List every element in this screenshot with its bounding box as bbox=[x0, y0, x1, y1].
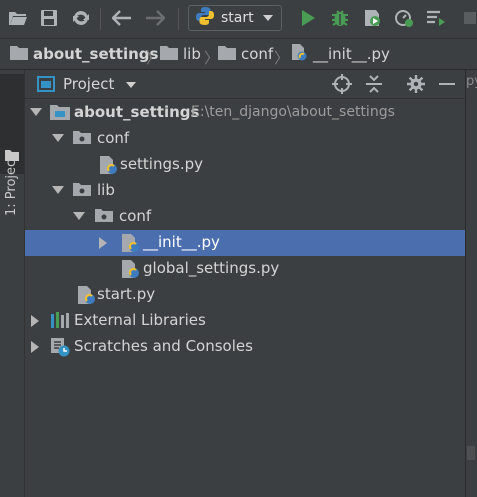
tree-row-lib-conf[interactable]: conf bbox=[25, 204, 465, 230]
folder-icon bbox=[10, 45, 28, 64]
tree-row-start-py[interactable]: start.py bbox=[25, 282, 465, 308]
back-arrow-icon[interactable] bbox=[110, 6, 134, 30]
chevron-down-icon bbox=[263, 15, 273, 21]
breadcrumb-separator: 〉 bbox=[146, 49, 162, 67]
breadcrumb-item-conf[interactable]: conf bbox=[218, 44, 273, 64]
breadcrumb-separator: 〉 bbox=[204, 49, 220, 67]
tree-row-lib[interactable]: lib bbox=[25, 178, 465, 204]
project-panel-header: Project bbox=[25, 70, 465, 99]
chevron-right-icon[interactable] bbox=[31, 315, 39, 327]
run-config-label: start bbox=[221, 10, 254, 26]
python-file-icon bbox=[120, 233, 140, 253]
project-path: E:\ten_django\about_settings bbox=[191, 104, 395, 120]
coverage-icon[interactable] bbox=[360, 6, 384, 30]
folder-icon bbox=[160, 45, 178, 64]
chevron-down-icon[interactable] bbox=[52, 134, 64, 142]
project-tool-tab[interactable]: 1: Project bbox=[0, 74, 24, 216]
tree-row-scratches[interactable]: Scratches and Consoles bbox=[25, 334, 465, 360]
run-configuration-select[interactable]: start bbox=[188, 5, 282, 31]
chevron-down-icon[interactable] bbox=[126, 82, 136, 88]
breadcrumb-item-lib[interactable]: lib bbox=[160, 44, 201, 64]
tree-row-global-settings-py[interactable]: global_settings.py bbox=[25, 256, 465, 282]
main-toolbar: start bbox=[0, 0, 477, 39]
python-icon bbox=[195, 6, 215, 30]
breadcrumb-item-about-settings[interactable]: about_settings bbox=[10, 44, 158, 64]
stop-icon[interactable] bbox=[458, 6, 477, 30]
save-icon[interactable] bbox=[37, 6, 61, 30]
tree-label: conf bbox=[119, 207, 152, 225]
breadcrumb: about_settings 〉 lib 〉 conf 〉 __init__.p… bbox=[0, 39, 477, 70]
open-folder-icon[interactable] bbox=[6, 6, 30, 30]
breadcrumb-item-init[interactable]: __init__.py bbox=[290, 44, 390, 64]
editor-tab-fragment: py bbox=[466, 74, 477, 89]
tree-row-settings-py[interactable]: settings.py bbox=[25, 152, 465, 178]
tree-row-init-py[interactable]: __init__.py bbox=[25, 230, 465, 256]
tree-label: conf bbox=[97, 129, 130, 147]
project-view-icon bbox=[37, 76, 55, 96]
chevron-down-icon[interactable] bbox=[30, 108, 42, 116]
tree-label: start.py bbox=[97, 285, 156, 303]
minimize-icon[interactable] bbox=[437, 74, 457, 94]
scratches-icon bbox=[50, 337, 70, 357]
package-folder-icon bbox=[73, 129, 93, 149]
library-icon bbox=[50, 311, 70, 331]
scrollbar-thumb[interactable] bbox=[467, 446, 475, 460]
tree-label: __init__.py bbox=[143, 233, 220, 251]
chevron-down-icon[interactable] bbox=[52, 186, 64, 194]
tree-label: settings.py bbox=[120, 155, 203, 173]
chevron-right-icon[interactable] bbox=[99, 237, 107, 249]
python-file-icon bbox=[98, 155, 118, 175]
tree-row-about-settings[interactable]: about_settings E:\ten_django\about_setti… bbox=[25, 100, 465, 126]
tree-label: lib bbox=[97, 181, 115, 199]
tree-label: Scratches and Consoles bbox=[74, 337, 253, 355]
tree-label: External Libraries bbox=[74, 311, 206, 329]
chevron-right-icon[interactable] bbox=[31, 341, 39, 353]
panel-title[interactable]: Project bbox=[63, 75, 114, 93]
project-folder-icon bbox=[50, 103, 70, 123]
python-file-icon bbox=[290, 43, 308, 65]
project-tree: about_settings E:\ten_django\about_setti… bbox=[25, 99, 465, 497]
breadcrumb-separator: 〉 bbox=[274, 49, 290, 67]
package-folder-icon bbox=[95, 207, 115, 227]
python-file-icon bbox=[120, 259, 140, 279]
debug-icon[interactable] bbox=[328, 6, 352, 30]
folder-icon bbox=[5, 149, 19, 165]
run-icon[interactable] bbox=[296, 6, 320, 30]
chevron-down-icon[interactable] bbox=[73, 212, 85, 220]
package-folder-icon bbox=[73, 181, 93, 201]
run-list-icon[interactable] bbox=[424, 6, 448, 30]
tree-row-conf[interactable]: conf bbox=[25, 126, 465, 152]
tree-row-external-libraries[interactable]: External Libraries bbox=[25, 308, 465, 334]
tree-label: about_settings bbox=[74, 103, 200, 121]
collapse-all-icon[interactable] bbox=[364, 74, 384, 94]
editor-edge bbox=[465, 70, 477, 497]
python-file-icon bbox=[76, 285, 96, 305]
folder-icon bbox=[218, 45, 236, 64]
locate-target-icon[interactable] bbox=[332, 74, 352, 94]
profile-icon[interactable] bbox=[392, 6, 416, 30]
forward-arrow-icon[interactable] bbox=[143, 6, 167, 30]
sync-icon[interactable] bbox=[69, 6, 93, 30]
gear-icon[interactable] bbox=[406, 74, 426, 94]
tree-label: global_settings.py bbox=[143, 259, 280, 277]
